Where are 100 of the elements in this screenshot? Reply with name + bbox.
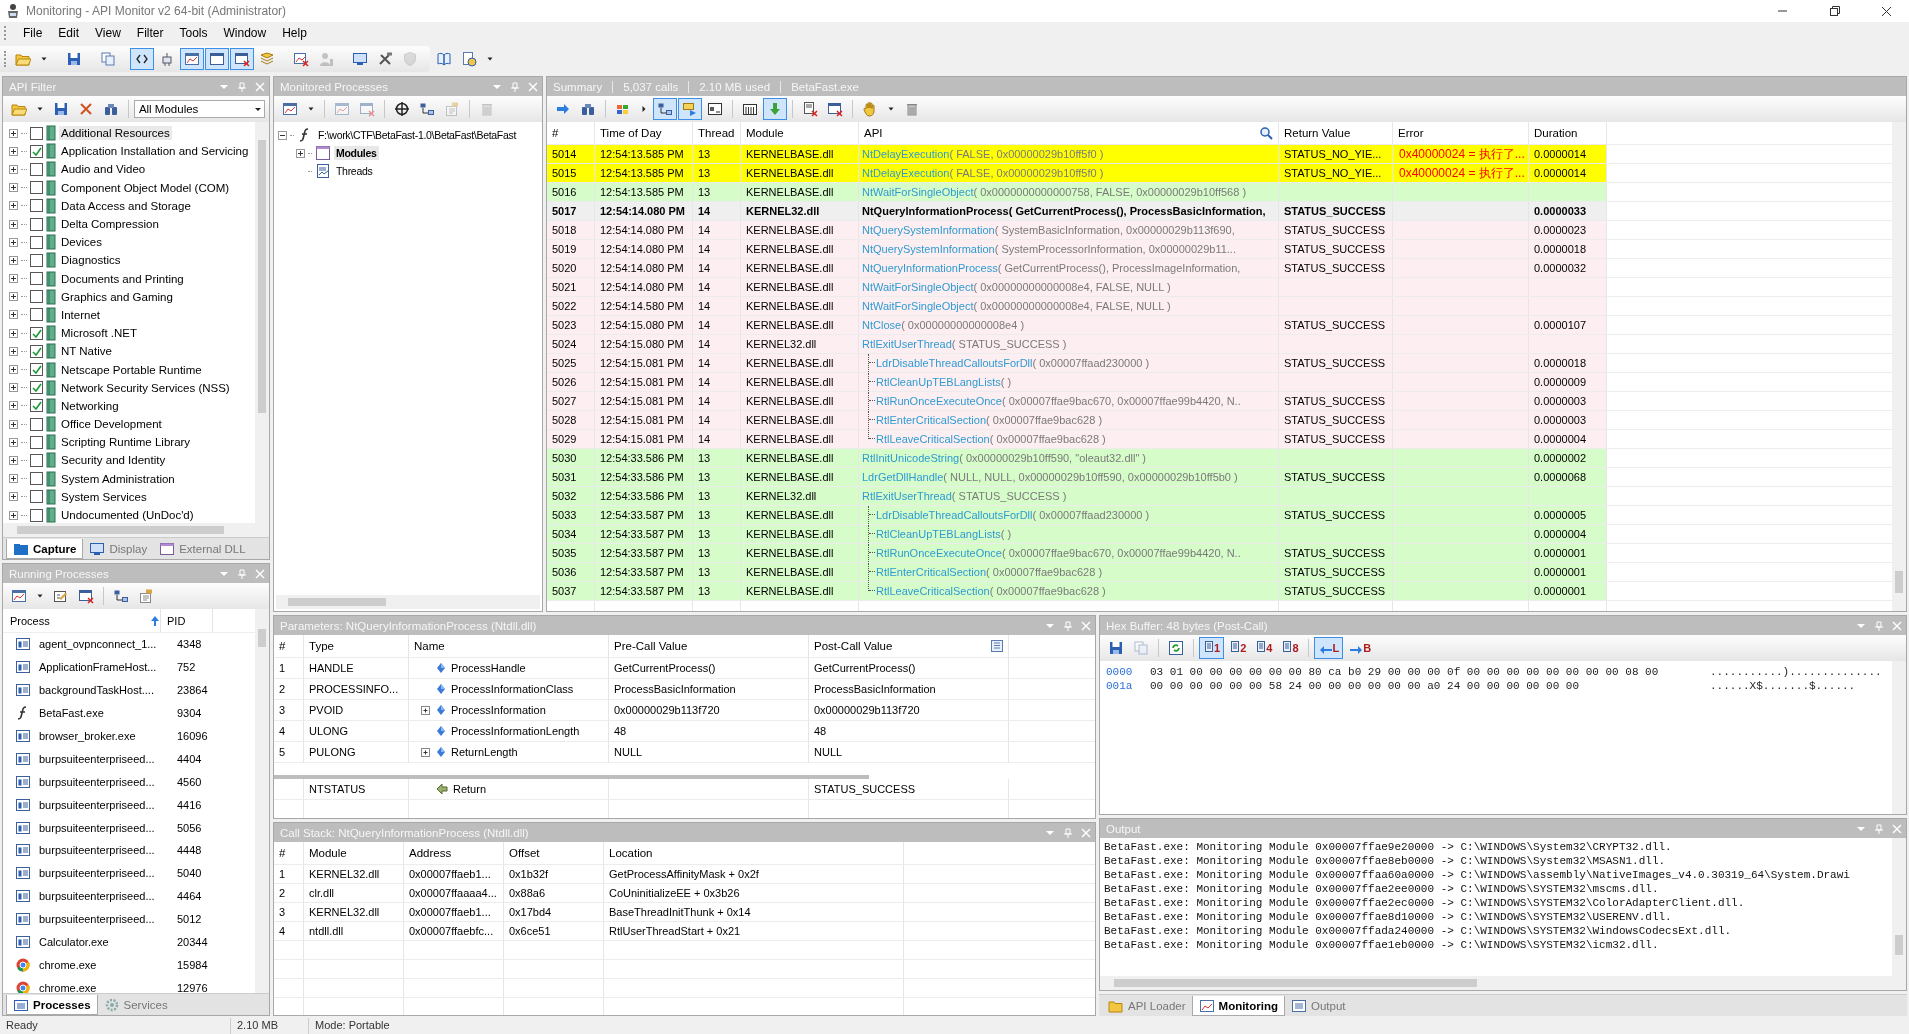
table-row[interactable]: 5019 12:54:14.080 PM 14 KERNELBASE.dll NtQuerySystemInformation( SystemProcessorInformation, 0x00000029b11... STATUS_SUCCESS 0.0000018 [547, 240, 1892, 259]
process-name[interactable]: burpsuiteenterpriseed... [39, 775, 169, 788]
checkbox[interactable] [30, 181, 43, 195]
tree-item[interactable]: Network Security Services (NSS) [59, 380, 232, 395]
module-dropdown[interactable]: All Modules [133, 100, 265, 118]
horizontal-scrollbar[interactable] [276, 595, 540, 609]
tab[interactable]: API Loader [1102, 996, 1192, 1016]
tree-item[interactable]: Threads [334, 164, 375, 178]
byte-order-button[interactable]: L [1313, 637, 1344, 659]
collapse-icon[interactable] [278, 130, 287, 140]
checkbox[interactable] [30, 199, 43, 213]
byte-order-button[interactable]: B [1344, 637, 1376, 659]
tree-item[interactable]: Component Object Model (COM) [59, 180, 232, 195]
vertical-scrollbar[interactable] [1892, 838, 1906, 976]
column-header[interactable]: Process [10, 614, 146, 627]
checkbox[interactable] [30, 381, 43, 395]
tree-item[interactable]: System Services [59, 489, 149, 504]
table-row[interactable]: 2 PROCESSINFO... ProcessInformationClass ProcessBasicInformation ProcessBasicInformation [274, 679, 1095, 700]
table-row[interactable]: 5015 12:54:13.585 PM 13 KERNELBASE.dll NtDelayExecution( FALSE, 0x00000029b10ff5f0 ) STATUS_NO_YIE... 0x40000024 = 执行了... 0.0000014 [547, 164, 1892, 183]
process-name[interactable]: chrome.exe [39, 981, 169, 993]
table-row[interactable]: 5020 12:54:14.080 PM 14 KERNELBASE.dll NtQueryInformationProcess( GetCurrentProcess(), ProcessImageInformation, STATUS_SUCCESS 0.0000032 [547, 259, 1892, 278]
checkbox[interactable] [30, 235, 43, 249]
menu-item[interactable]: Filter [128, 24, 172, 42]
tab[interactable]: Display [83, 539, 154, 559]
checkbox[interactable] [30, 490, 43, 504]
column-header[interactable]: Offset [504, 842, 604, 864]
table-row[interactable]: 5028 12:54:15.081 PM 14 KERNELBASE.dll RtlEnterCriticalSection( 0x00007ffae9bac628 ) STATUS_SUCCESS 0.0000003 [547, 411, 1892, 430]
tree-item[interactable]: Office Development [59, 417, 164, 432]
process-name[interactable]: burpsuiteenterpriseed... [39, 913, 169, 926]
process-name[interactable]: burpsuiteenterpriseed... [39, 867, 169, 880]
column-header[interactable]: # [274, 842, 304, 864]
table-row[interactable]: 5017 12:54:14.080 PM 14 KERNEL32.dll NtQueryInformationProcess( GetCurrentProcess(), ProcessBasicInformation, STATUS_SUCCESS 0.0000033 [547, 202, 1892, 221]
table-row[interactable]: 5025 12:54:15.081 PM 14 KERNELBASE.dll LdrDisableThreadCalloutsForDll( 0x00007ffaad230000 ) STATUS_SUCCESS 0.0000018 [547, 354, 1892, 373]
checkbox[interactable] [30, 162, 43, 176]
tree-item[interactable]: Additional Resources [59, 126, 172, 141]
column-header[interactable]: Location [604, 842, 904, 864]
column-header[interactable]: Duration [1529, 122, 1607, 144]
checkbox[interactable] [30, 453, 43, 467]
column-header[interactable]: # [547, 122, 595, 144]
checkbox[interactable] [30, 144, 43, 158]
process-name[interactable]: BetaFast.exe [39, 707, 169, 720]
menu-item[interactable]: File [15, 24, 51, 42]
table-row[interactable]: 5022 12:54:14.580 PM 14 KERNELBASE.dll NtWaitForSingleObject( 0x00000000000008e4, FALSE, NULL ) [547, 297, 1892, 316]
tab[interactable]: Processes [6, 995, 98, 1015]
table-row[interactable]: 5029 12:54:15.081 PM 14 KERNELBASE.dll RtlLeaveCriticalSection( 0x00007ffae9bac628 ) STATUS_SUCCESS 0.0000004 [547, 430, 1892, 449]
process-name[interactable]: burpsuiteenterpriseed... [39, 798, 169, 811]
tree-item[interactable]: Documents and Printing [59, 271, 186, 286]
column-header[interactable]: Return Value [1279, 122, 1393, 144]
menu-item[interactable]: Help [274, 24, 315, 42]
tree-item[interactable]: NT Native [59, 344, 114, 359]
process-name[interactable]: burpsuiteenterpriseed... [39, 821, 169, 834]
column-header[interactable]: Pre-Call Value [609, 635, 809, 657]
byte-width-button[interactable]: 1 [1199, 637, 1225, 659]
table-row[interactable]: 5034 12:54:33.587 PM 13 KERNELBASE.dll RtlCleanUpTEBLangLists( ) 0.0000004 [547, 525, 1892, 544]
table-row[interactable]: 5033 12:54:33.587 PM 13 KERNELBASE.dll LdrDisableThreadCalloutsForDll( 0x00007ffaad230000 ) STATUS_SUCCESS 0.0000005 [547, 506, 1892, 525]
table-row[interactable]: 5037 12:54:33.587 PM 13 KERNELBASE.dll RtlLeaveCriticalSection( 0x00007ffae9bac628 ) STATUS_SUCCESS 0.0000001 [547, 582, 1892, 601]
table-row[interactable]: 5014 12:54:13.585 PM 13 KERNELBASE.dll NtDelayExecution( FALSE, 0x00000029b10ff5f0 ) STATUS_NO_YIE... 0x40000024 = 执行了... 0.0000014 [547, 145, 1892, 164]
tree-item[interactable]: Graphics and Gaming [59, 289, 175, 304]
table-row[interactable]: 5035 12:54:33.587 PM 13 KERNELBASE.dll RtlRunOnceExecuteOnce( 0x00007ffae9bac670, 0x00007ffae99b4420, N.. STATUS_SUCCESS 0.0000001 [547, 544, 1892, 563]
menu-item[interactable]: View [87, 24, 129, 42]
checkbox[interactable] [30, 363, 43, 377]
toolbar-button[interactable] [205, 48, 229, 70]
table-row[interactable]: 5032 12:54:33.586 PM 13 KERNEL32.dll RtlExitUserThread( STATUS_SUCCESS ) [547, 487, 1892, 506]
tab[interactable]: Services [97, 995, 174, 1015]
checkbox[interactable] [30, 472, 43, 486]
tree-item[interactable]: F:\work\CTF\BetaFast-1.0\BetaFast\BetaFast [316, 128, 519, 142]
vertical-scrollbar[interactable] [1892, 661, 1906, 814]
checkbox[interactable] [30, 272, 43, 286]
column-header[interactable]: # [274, 635, 304, 657]
tree-item[interactable]: Delta Compression [59, 217, 161, 232]
tree-item[interactable]: Undocumented (UnDoc'd) [59, 508, 196, 523]
process-name[interactable]: chrome.exe [39, 958, 169, 971]
process-name[interactable]: Calculator.exe [39, 936, 169, 948]
tree-item[interactable]: Microsoft .NET [59, 326, 140, 341]
menu-item[interactable]: Window [215, 24, 275, 42]
expand-icon[interactable] [296, 148, 305, 158]
toolbar-button[interactable] [230, 48, 254, 70]
table-row[interactable]: 4 ULONG ProcessInformationLength 48 48 [274, 721, 1095, 742]
menu-item[interactable]: Edit [50, 24, 88, 42]
table-row[interactable]: 5023 12:54:15.080 PM 14 KERNELBASE.dll NtClose( 0x00000000000008e4 ) STATUS_SUCCESS 0.0000107 [547, 316, 1892, 335]
checkbox[interactable] [30, 290, 43, 304]
checkbox[interactable] [30, 435, 43, 449]
checkbox[interactable] [30, 344, 43, 358]
checkbox[interactable] [30, 126, 43, 140]
tab[interactable]: Monitoring [1191, 996, 1285, 1016]
checkbox[interactable] [30, 508, 43, 522]
column-header[interactable]: Time of Day [595, 122, 693, 144]
process-name[interactable]: burpsuiteenterpriseed... [39, 844, 169, 857]
table-row[interactable]: 5024 12:54:15.080 PM 14 KERNEL32.dll RtlExitUserThread( STATUS_SUCCESS ) [547, 335, 1892, 354]
column-header[interactable]: Type [304, 635, 409, 657]
process-name[interactable]: ApplicationFrameHost... [39, 661, 169, 674]
tree-item[interactable]: Networking [59, 398, 121, 413]
table-row[interactable]: 5030 12:54:33.586 PM 13 KERNELBASE.dll RtlInitUnicodeString( 0x00000029b10ff590, "oleaut32.dll" ) 0.0000002 [547, 449, 1892, 468]
byte-width-button[interactable]: 4 [1251, 637, 1277, 659]
vertical-scrollbar[interactable] [255, 122, 269, 523]
tree-item[interactable]: Scripting Runtime Library [59, 435, 193, 450]
column-header[interactable]: Module [304, 842, 404, 864]
process-name[interactable]: backgroundTaskHost.... [39, 684, 169, 697]
column-header[interactable]: Error [1393, 122, 1529, 144]
process-name[interactable]: browser_broker.exe [39, 730, 169, 742]
